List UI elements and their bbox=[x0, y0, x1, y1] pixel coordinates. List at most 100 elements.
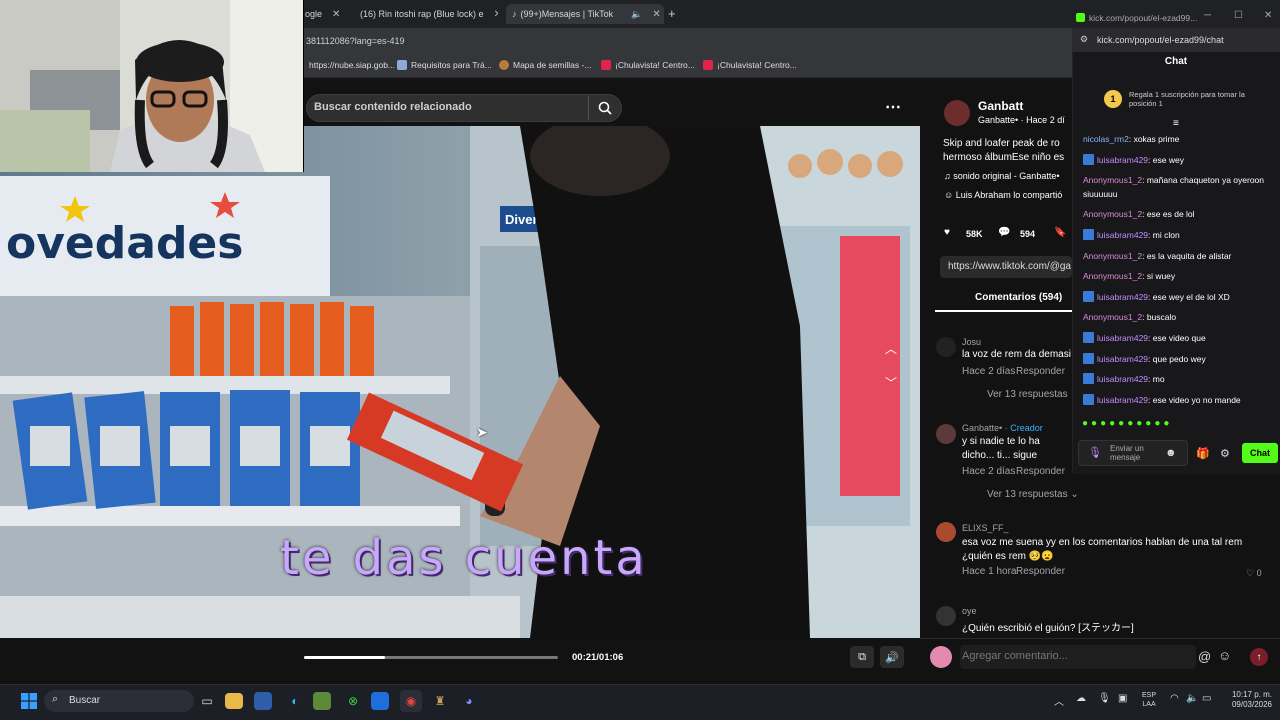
comment-user-row[interactable]: Ganbatte• · Creador bbox=[962, 423, 1072, 433]
chevron-up-icon[interactable]: ︿ bbox=[885, 340, 897, 357]
comment-user[interactable]: ELIXS_FF_ bbox=[962, 523, 1009, 533]
search-input[interactable]: Buscar contenido relacionado bbox=[314, 101, 472, 113]
app-icon[interactable]: ♜ bbox=[429, 690, 451, 712]
comment-user[interactable]: oye bbox=[962, 606, 977, 616]
store-icon[interactable] bbox=[254, 692, 272, 710]
chat-username[interactable]: Anonymous1_2 bbox=[1083, 271, 1142, 281]
chat-username[interactable]: nicolas_rm2 bbox=[1083, 134, 1129, 144]
bookmark-item[interactable]: ¡Chulavista! Centro... bbox=[601, 60, 695, 70]
sound-row[interactable]: ♫ sonido original - Ganbatte• bbox=[944, 171, 1072, 181]
file-explorer-icon[interactable] bbox=[225, 693, 243, 709]
kick-chat-message: luisabram429: mo bbox=[1083, 372, 1275, 386]
chat-username[interactable]: Anonymous1_2 bbox=[1083, 251, 1142, 261]
outlook-icon[interactable] bbox=[371, 692, 389, 710]
reply-button[interactable]: Responder bbox=[1016, 566, 1065, 577]
comment-input[interactable]: Agregar comentario... bbox=[962, 650, 1068, 662]
chevron-down-icon[interactable]: ﹀ bbox=[885, 374, 897, 391]
windows-start-icon[interactable] bbox=[18, 690, 40, 712]
app-tray-icon[interactable]: ▣ bbox=[1118, 693, 1127, 704]
new-tab-button[interactable]: + bbox=[668, 6, 676, 21]
chat-username[interactable]: luisabram429 bbox=[1097, 155, 1148, 165]
site-info-icon[interactable]: ⚙ bbox=[1080, 34, 1088, 45]
tab-youtube[interactable]: (16) Rin itoshi rap (Blue lock) e ✕ bbox=[356, 4, 498, 24]
chat-text: si wuey bbox=[1146, 271, 1176, 281]
search-button[interactable] bbox=[588, 96, 620, 120]
chat-username[interactable]: luisabram429 bbox=[1097, 230, 1148, 240]
heart-icon[interactable]: ♥ bbox=[944, 227, 950, 238]
bookmark-item[interactable]: Mapa de semillas -... bbox=[499, 60, 591, 70]
commenter-avatar[interactable] bbox=[936, 606, 956, 626]
close-icon[interactable]: ✕ bbox=[652, 9, 660, 20]
comment-icon[interactable]: 💬 bbox=[998, 227, 1010, 238]
close-icon[interactable]: ✕ bbox=[494, 9, 498, 20]
cloud-icon[interactable]: ☁ bbox=[1076, 693, 1086, 704]
language-indicator[interactable]: ESP LAA bbox=[1142, 691, 1156, 709]
send-arrow-icon[interactable]: ↑ bbox=[1250, 648, 1268, 666]
commenter-avatar[interactable] bbox=[936, 522, 956, 542]
minecraft-icon[interactable] bbox=[313, 692, 331, 710]
wifi-icon[interactable]: ◠ bbox=[1170, 693, 1179, 704]
chat-username[interactable]: Anonymous1_2 bbox=[1083, 312, 1142, 322]
mic-tray-icon[interactable]: 🎙 bbox=[1098, 693, 1111, 704]
view-replies-button[interactable]: Ver 13 respuestas bbox=[987, 389, 1068, 400]
chevron-up-icon[interactable]: ︿ bbox=[1054, 693, 1064, 708]
more-options-icon[interactable]: ⋯ bbox=[880, 96, 906, 118]
discord-icon[interactable]: ◕ bbox=[458, 690, 480, 712]
chat-username[interactable]: luisabram429 bbox=[1097, 395, 1148, 405]
bookmark-item[interactable]: Requisitos para Trá... bbox=[397, 60, 492, 70]
emoji-icon[interactable]: ☻ bbox=[1165, 447, 1177, 459]
xbox-icon[interactable]: ⊗ bbox=[342, 690, 364, 712]
chat-username[interactable]: luisabram429 bbox=[1097, 354, 1148, 364]
close-icon[interactable]: ✕ bbox=[1264, 10, 1272, 21]
kick-chat-title: Chat bbox=[1164, 56, 1188, 67]
volume-icon[interactable]: 🔈 bbox=[1186, 693, 1198, 704]
taskbar-search[interactable] bbox=[44, 690, 194, 712]
tab-comments[interactable]: Comentarios (594) bbox=[975, 292, 1062, 303]
commenter-avatar[interactable] bbox=[936, 424, 956, 444]
speaker-icon[interactable]: 🔈 bbox=[631, 9, 642, 20]
gift-icon[interactable]: 🎁 bbox=[1196, 447, 1210, 460]
tab-tiktok[interactable]: ♪ (99+)Mensajes | TikTok 🔈 ✕ bbox=[506, 4, 664, 24]
chat-username[interactable]: Anonymous1_2 bbox=[1083, 175, 1142, 185]
progress-fill bbox=[304, 656, 386, 659]
edge-icon[interactable]: ◐ bbox=[284, 690, 306, 712]
copy-link-box[interactable]: https://www.tiktok.com/@ga bbox=[940, 256, 1072, 278]
tab-google[interactable]: ogle ✕ bbox=[305, 4, 345, 24]
comment-text: y si nadie te lo ha dicho... ti... sigue… bbox=[962, 436, 1040, 461]
volume-icon[interactable]: 🔊 bbox=[880, 646, 904, 668]
minimize-icon[interactable]: ─ bbox=[1204, 10, 1211, 21]
close-icon[interactable]: ✕ bbox=[332, 9, 340, 20]
bookmark-icon[interactable]: 🔖 bbox=[1054, 227, 1066, 238]
chat-username[interactable]: luisabram429 bbox=[1097, 292, 1148, 302]
comment-like-button[interactable]: ♡ 0 bbox=[1246, 568, 1262, 579]
settings-icon[interactable]: ⚙ bbox=[1220, 447, 1230, 460]
reply-button[interactable]: Responder bbox=[1016, 366, 1065, 377]
sub-promo[interactable]: Regala 1 suscripción para tomar la posic… bbox=[1129, 90, 1259, 108]
mic-icon[interactable]: 🎙 bbox=[1088, 446, 1102, 459]
maximize-icon[interactable]: ☐ bbox=[1234, 10, 1243, 21]
task-view-icon[interactable]: ▭ bbox=[196, 690, 218, 712]
author-name[interactable]: Ganbatt bbox=[978, 99, 1070, 113]
miniplayer-icon[interactable]: ⧉ bbox=[850, 646, 874, 668]
sub-badge-icon bbox=[1083, 394, 1094, 405]
pinned-icon[interactable]: ≡ bbox=[1173, 118, 1179, 129]
chat-username[interactable]: luisabram429 bbox=[1097, 374, 1148, 384]
bookmark-item[interactable]: https://nube.siap.gob... bbox=[309, 60, 395, 70]
view-replies-button[interactable]: Ver 13 respuestas ⌄ bbox=[987, 489, 1079, 500]
comment-user[interactable]: Josu bbox=[962, 337, 981, 347]
reply-button[interactable]: Responder bbox=[1016, 466, 1065, 477]
mention-icon[interactable]: @ bbox=[1198, 649, 1211, 664]
commenter-avatar[interactable] bbox=[936, 337, 956, 357]
chat-username[interactable]: luisabram429 bbox=[1097, 333, 1148, 343]
kick-send-button[interactable]: Chat bbox=[1242, 443, 1278, 463]
bookmark-item[interactable]: ¡Chulavista! Centro... bbox=[703, 60, 797, 70]
emote-bar[interactable]: ●●●●●●●●●● bbox=[1082, 418, 1272, 432]
battery-icon[interactable]: ▭ bbox=[1202, 693, 1211, 704]
author-avatar[interactable] bbox=[944, 100, 970, 126]
webcam-overlay bbox=[0, 0, 304, 172]
chrome-icon[interactable]: ◉ bbox=[400, 690, 422, 712]
chat-username[interactable]: Anonymous1_2 bbox=[1083, 209, 1142, 219]
kick-message-input[interactable]: Enviar un mensaje bbox=[1110, 444, 1160, 462]
emoji-icon[interactable]: ☺ bbox=[1218, 648, 1231, 663]
clock[interactable]: 10:17 p. m. 09/03/2026 bbox=[1222, 690, 1272, 710]
